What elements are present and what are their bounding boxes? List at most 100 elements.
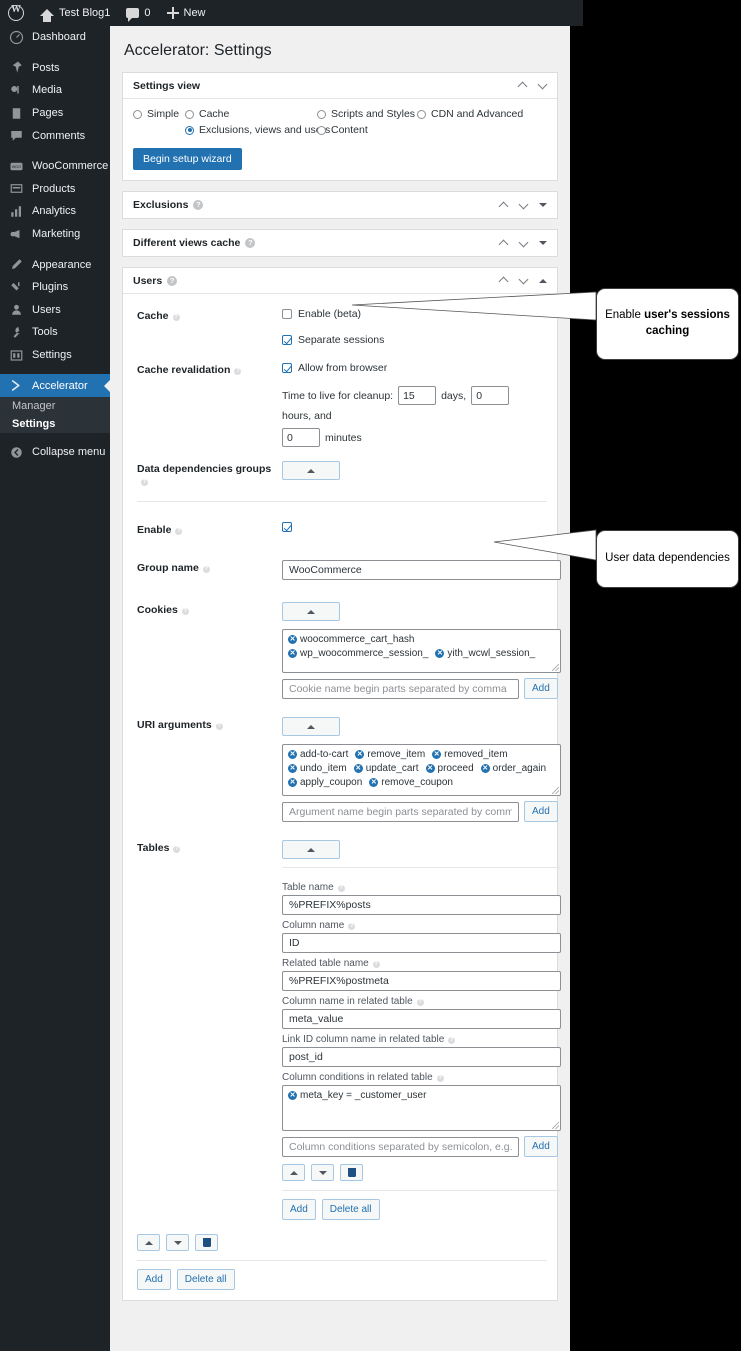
move-down-icon[interactable]: [519, 276, 528, 285]
new-content-menu[interactable]: New: [159, 0, 214, 26]
sidebar-item-plugins[interactable]: Plugins: [0, 276, 110, 299]
radio-simple[interactable]: Simple: [133, 108, 185, 120]
column-conditions-add-button[interactable]: Add: [524, 1136, 558, 1157]
tag-item[interactable]: ✕ proceed: [425, 763, 474, 774]
ttl-days-input[interactable]: [398, 386, 437, 405]
expand-icon[interactable]: [539, 241, 547, 245]
sidebar-item-analytics[interactable]: Analytics: [0, 200, 110, 223]
tables-add-button[interactable]: Add: [282, 1199, 316, 1220]
sidebar-item-users[interactable]: Users: [0, 299, 110, 322]
move-down-icon[interactable]: [538, 81, 547, 90]
move-up-icon[interactable]: [518, 81, 527, 90]
table-name-input[interactable]: [282, 895, 561, 915]
allow-from-browser-checkbox[interactable]: [282, 363, 292, 373]
sidebar-item-tools[interactable]: Tools: [0, 321, 110, 344]
group-move-up-button[interactable]: [137, 1234, 160, 1251]
help-icon[interactable]: ?: [337, 885, 345, 892]
remove-tag-icon[interactable]: ✕: [288, 649, 297, 658]
help-icon[interactable]: ?: [167, 275, 178, 286]
move-up-icon[interactable]: [499, 201, 508, 210]
sidebar-item-pages[interactable]: Pages: [0, 102, 110, 125]
remove-tag-icon[interactable]: ✕: [432, 750, 442, 759]
cookies-tag-box[interactable]: ✕ woocommerce_cart_hash ✕ wp_woocommerce_s…: [282, 629, 561, 673]
sidebar-subitem-manager[interactable]: Manager: [0, 396, 110, 415]
help-icon[interactable]: ?: [141, 479, 148, 486]
related-table-name-input[interactable]: [282, 971, 561, 991]
remove-tag-icon[interactable]: ✕: [353, 764, 363, 773]
help-icon[interactable]: ?: [193, 200, 204, 210]
tables-toggle[interactable]: [282, 840, 340, 859]
group-name-input[interactable]: [282, 560, 561, 580]
tag-item[interactable]: ✕ woocommerce_cart_hash: [288, 634, 415, 645]
column-name-related-input[interactable]: [282, 1009, 561, 1029]
remove-tag-icon[interactable]: ✕: [288, 750, 297, 759]
site-name-menu[interactable]: Test Blog1: [32, 0, 118, 26]
sidebar-item-marketing[interactable]: Marketing: [0, 223, 110, 246]
tag-item[interactable]: ✕ meta_key = _customer_user: [288, 1090, 426, 1101]
tag-item[interactable]: ✕ yith_wcwl_session_: [435, 648, 535, 659]
link-id-column-input[interactable]: [282, 1047, 561, 1067]
help-icon[interactable]: ?: [181, 608, 189, 615]
remove-tag-icon[interactable]: ✕: [355, 750, 365, 759]
move-down-icon[interactable]: [519, 239, 528, 248]
separate-sessions-checkbox[interactable]: [282, 335, 292, 345]
move-up-icon[interactable]: [499, 276, 508, 285]
begin-setup-wizard-button[interactable]: Begin setup wizard: [133, 148, 242, 170]
wp-logo-menu[interactable]: [0, 0, 32, 26]
table-delete-button[interactable]: [340, 1164, 363, 1181]
help-icon[interactable]: ?: [448, 1037, 456, 1044]
remove-tag-icon[interactable]: ✕: [288, 778, 297, 787]
tag-item[interactable]: ✕ removed_item: [432, 749, 508, 760]
help-icon[interactable]: ?: [234, 368, 242, 375]
remove-tag-icon[interactable]: ✕: [435, 649, 445, 658]
tag-item[interactable]: ✕ apply_coupon: [288, 777, 362, 788]
data-dependencies-groups-toggle[interactable]: [282, 461, 340, 480]
remove-tag-icon[interactable]: ✕: [369, 778, 379, 787]
enable-beta-checkbox-row[interactable]: Enable (beta): [282, 308, 547, 320]
move-down-icon[interactable]: [519, 201, 528, 210]
sidebar-item-media[interactable]: Media: [0, 79, 110, 102]
sidebar-item-dashboard[interactable]: Dashboard: [0, 26, 110, 49]
sidebar-item-appearance[interactable]: Appearance: [0, 253, 110, 276]
help-icon[interactable]: ?: [372, 961, 380, 968]
help-icon[interactable]: ?: [245, 238, 256, 248]
sidebar-item-posts[interactable]: Posts: [0, 57, 110, 80]
settings-view-header[interactable]: Settings view: [123, 73, 557, 99]
move-up-icon[interactable]: [499, 239, 508, 248]
tag-item[interactable]: ✕ remove_coupon: [369, 777, 453, 788]
ttl-hours-input[interactable]: [471, 386, 510, 405]
separate-sessions-checkbox-row[interactable]: Separate sessions: [282, 334, 547, 346]
cookies-add-input[interactable]: [282, 678, 519, 699]
remove-tag-icon[interactable]: ✕: [425, 764, 435, 773]
radio-exclusions-views-users[interactable]: Exclusions, views and users: [185, 124, 330, 136]
sidebar-item-settings[interactable]: Settings: [0, 344, 110, 367]
remove-tag-icon[interactable]: ✕: [288, 1091, 297, 1100]
radio-cdn-and-advanced[interactable]: CDN and Advanced: [417, 108, 523, 120]
help-icon[interactable]: ?: [348, 923, 356, 930]
radio-scripts-and-styles[interactable]: Scripts and Styles: [317, 108, 417, 120]
tag-item[interactable]: ✕ add-to-cart: [288, 749, 348, 760]
collapse-icon[interactable]: [539, 278, 547, 283]
tag-item[interactable]: ✕ undo_item: [288, 763, 347, 774]
exclusions-header[interactable]: Exclusions ?: [123, 192, 557, 218]
column-conditions-add-input[interactable]: [282, 1136, 519, 1157]
help-icon[interactable]: ?: [416, 999, 424, 1006]
users-header[interactable]: Users ?: [123, 268, 557, 294]
remove-tag-icon[interactable]: ✕: [480, 764, 490, 773]
sidebar-item-products[interactable]: Products: [0, 178, 110, 201]
cookies-toggle[interactable]: [282, 602, 340, 621]
enable-beta-checkbox[interactable]: [282, 309, 292, 319]
group-add-button[interactable]: Add: [137, 1269, 171, 1290]
sidebar-collapse-menu[interactable]: Collapse menu: [0, 441, 110, 464]
cookies-add-button[interactable]: Add: [524, 678, 558, 699]
different-views-cache-header[interactable]: Different views cache ?: [123, 230, 557, 256]
column-conditions-tag-box[interactable]: ✕ meta_key = _customer_user: [282, 1085, 561, 1131]
help-icon[interactable]: ?: [436, 1075, 444, 1082]
uri-arguments-toggle[interactable]: [282, 717, 340, 736]
enable-checkbox[interactable]: [282, 522, 292, 532]
allow-from-browser-row[interactable]: Allow from browser: [282, 362, 547, 374]
group-delete-all-button[interactable]: Delete all: [176, 1269, 235, 1290]
table-move-down-button[interactable]: [311, 1164, 334, 1181]
ttl-minutes-input[interactable]: [282, 428, 320, 447]
uri-arguments-add-button[interactable]: Add: [524, 801, 558, 822]
